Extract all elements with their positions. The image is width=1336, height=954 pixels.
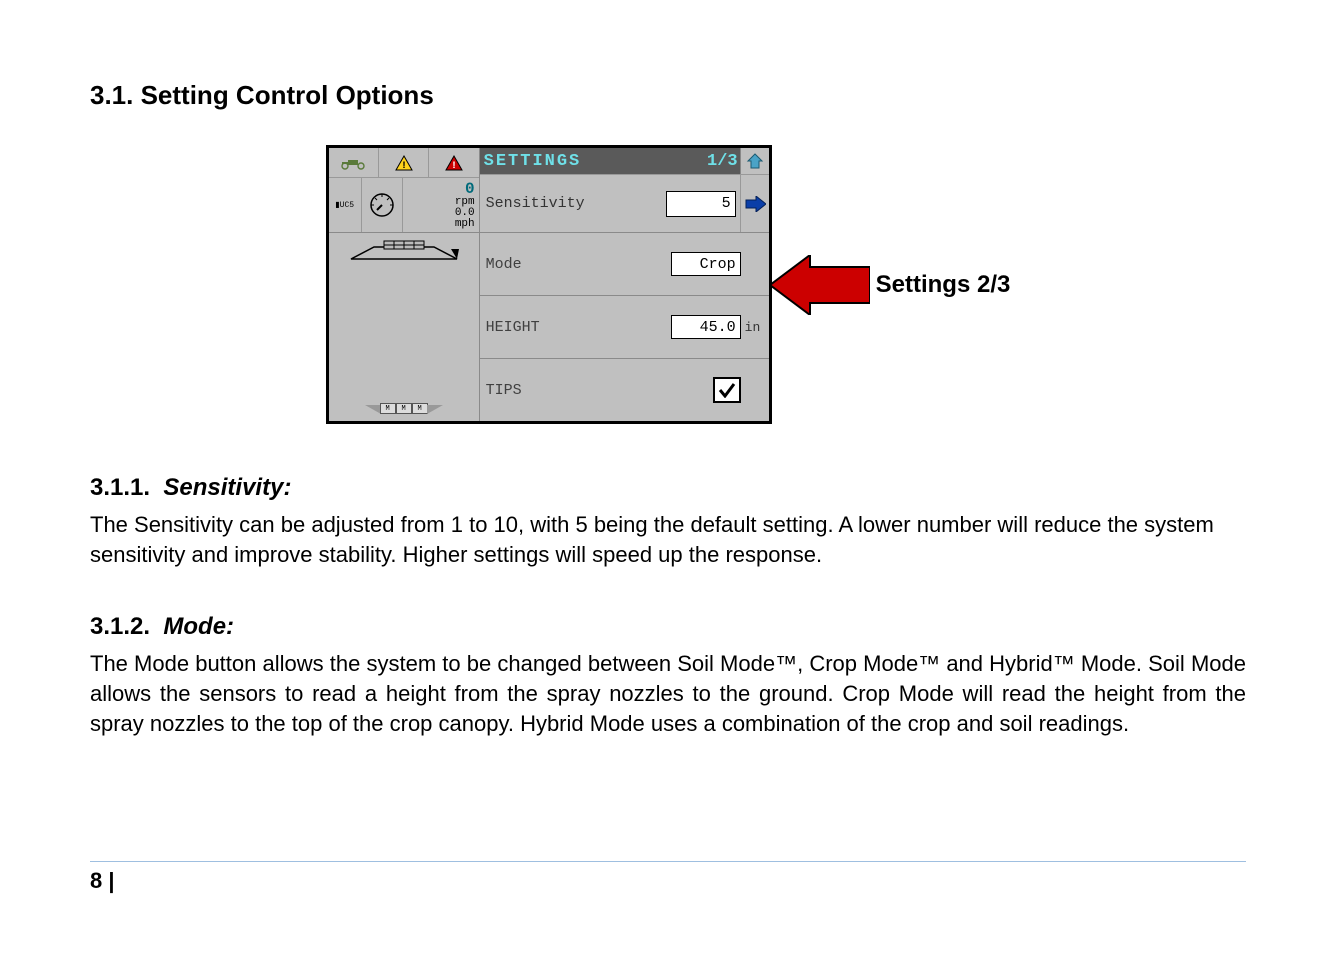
rpm-value: 0 bbox=[465, 181, 475, 197]
warning-yellow-icon: ! bbox=[379, 148, 429, 178]
settings-panel: ! ! ▮UC5 0 bbox=[326, 145, 772, 424]
sprayer-icon bbox=[329, 148, 379, 178]
check-icon bbox=[718, 382, 736, 398]
boom-bottom-icon: M M M bbox=[365, 403, 443, 417]
tips-checkbox[interactable] bbox=[713, 377, 741, 403]
mode-paragraph: The Mode button allows the system to be … bbox=[90, 649, 1246, 738]
callout-label: Settings 2/3 bbox=[876, 271, 1011, 299]
screen-title: SETTINGS bbox=[480, 148, 696, 174]
svg-text:!: ! bbox=[401, 161, 407, 171]
callout-arrow-icon bbox=[770, 255, 870, 315]
ucs-badge: ▮UC5 bbox=[329, 178, 362, 232]
speed-unit: mph bbox=[455, 219, 475, 230]
status-readout: 0 rpm 0.0 mph bbox=[403, 178, 479, 232]
subsection-heading-sensitivity: 3.1.1. Sensitivity: bbox=[90, 474, 1246, 502]
next-page-button[interactable] bbox=[740, 175, 769, 232]
figure-row: ! ! ▮UC5 0 bbox=[90, 145, 1246, 424]
mode-label: Mode bbox=[486, 256, 671, 273]
boom-top-icon bbox=[349, 237, 459, 268]
height-label: HEIGHT bbox=[486, 319, 671, 336]
subsection-heading-mode: 3.1.2. Mode: bbox=[90, 613, 1246, 641]
section-heading: 3.1. Setting Control Options bbox=[90, 80, 1246, 111]
height-input[interactable]: 45.0 bbox=[671, 315, 741, 339]
page-footer: 8 | bbox=[90, 861, 1246, 894]
home-button[interactable] bbox=[740, 148, 769, 174]
rpm-label: rpm bbox=[455, 197, 475, 208]
warning-red-icon: ! bbox=[429, 148, 478, 178]
mode-input[interactable]: Crop bbox=[671, 252, 741, 276]
height-unit: in bbox=[745, 320, 763, 335]
tips-label: TIPS bbox=[486, 382, 713, 399]
gauge-icon bbox=[362, 178, 403, 232]
svg-text:!: ! bbox=[451, 161, 457, 171]
sensitivity-paragraph: The Sensitivity can be adjusted from 1 t… bbox=[90, 510, 1246, 569]
page-indicator: 1/3 bbox=[696, 148, 740, 174]
speed-value: 0.0 bbox=[455, 208, 475, 219]
sensitivity-input[interactable]: 5 bbox=[666, 191, 736, 217]
sensitivity-label: Sensitivity bbox=[480, 195, 666, 212]
